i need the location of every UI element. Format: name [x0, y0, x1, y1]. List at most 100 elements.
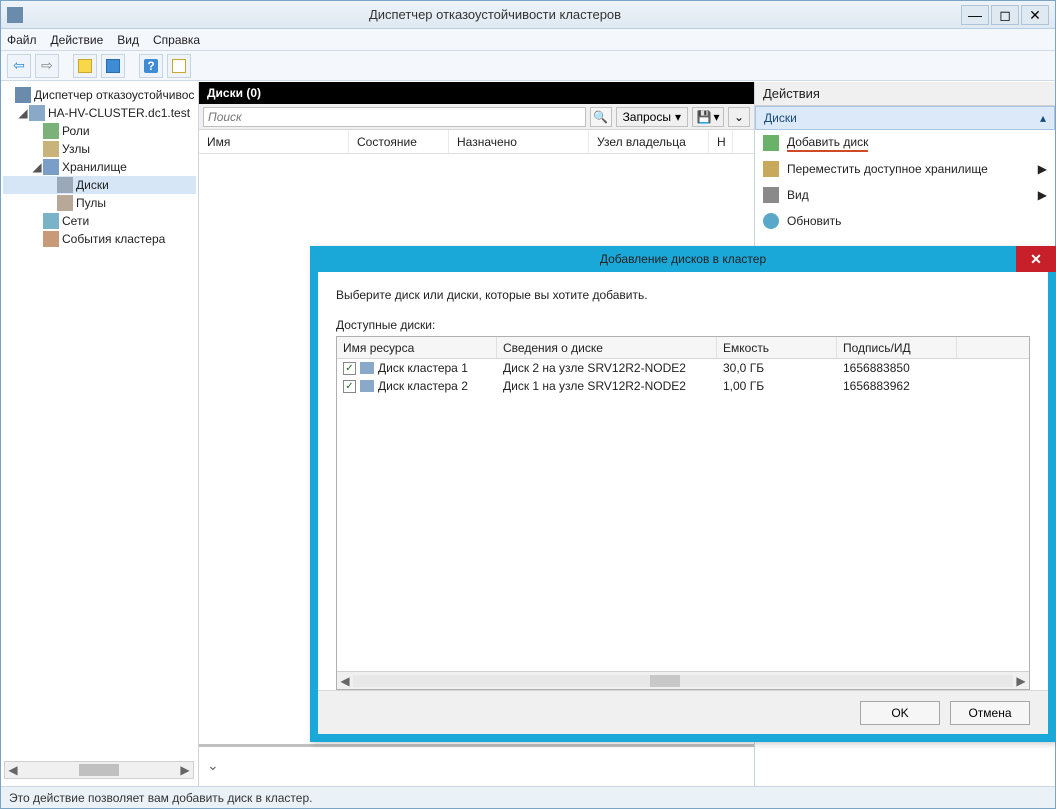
- search-icon: 🔍: [593, 110, 608, 124]
- menubar: Файл Действие Вид Справка: [1, 29, 1055, 51]
- tree-pools[interactable]: Пулы: [3, 194, 196, 212]
- tree-networks[interactable]: Сети: [3, 212, 196, 230]
- menu-action[interactable]: Действие: [51, 33, 104, 47]
- options-dropdown[interactable]: ⌄: [728, 107, 750, 127]
- disk-row[interactable]: ✓ Диск кластера 2 Диск 1 на узле SRV12R2-…: [337, 377, 1029, 395]
- disk-row[interactable]: ✓ Диск кластера 1 Диск 2 на узле SRV12R2-…: [337, 359, 1029, 377]
- chevron-down-icon: ⌄: [734, 110, 744, 124]
- save-dropdown[interactable]: 💾▾: [692, 107, 724, 127]
- col-n[interactable]: Н: [709, 130, 733, 153]
- dialog-close-button[interactable]: ✕: [1016, 246, 1056, 272]
- disks-icon: [57, 177, 73, 193]
- pools-icon: [57, 195, 73, 211]
- disk-name: Диск кластера 2: [378, 379, 468, 393]
- col-state[interactable]: Состояние: [349, 130, 449, 153]
- action-refresh[interactable]: Обновить: [755, 208, 1055, 234]
- actions-group-label: Диски: [764, 111, 797, 125]
- networks-icon: [43, 213, 59, 229]
- dialog-available-label: Доступные диски:: [336, 318, 1030, 332]
- actions-list: Добавить диск Переместить доступное хран…: [755, 130, 1055, 234]
- col-capacity[interactable]: Емкость: [717, 337, 837, 358]
- action-move-storage[interactable]: Переместить доступное хранилище ▶: [755, 156, 1055, 182]
- nav-back-button[interactable]: [7, 54, 31, 78]
- col-resource-name[interactable]: Имя ресурса: [337, 337, 497, 358]
- col-disk-info[interactable]: Сведения о диске: [497, 337, 717, 358]
- search-button[interactable]: 🔍: [590, 107, 612, 127]
- col-owner[interactable]: Узел владельца: [589, 130, 709, 153]
- toolbar-btn-2[interactable]: [101, 54, 125, 78]
- scroll-right-icon[interactable]: ▶: [1013, 674, 1029, 688]
- app-icon: [7, 7, 23, 23]
- toolbar-help-button[interactable]: [139, 54, 163, 78]
- submenu-arrow-icon: ▶: [1038, 162, 1047, 176]
- disk-info: Диск 2 на узле SRV12R2-NODE2: [503, 361, 686, 375]
- roles-icon: [43, 123, 59, 139]
- dialog-button-bar: OK Отмена: [318, 690, 1048, 734]
- nav-forward-button[interactable]: [35, 54, 59, 78]
- cluster-manager-icon: [15, 87, 31, 103]
- maximize-button[interactable]: ◻: [991, 5, 1019, 25]
- tree-nodes[interactable]: Узлы: [3, 140, 196, 158]
- events-icon: [43, 231, 59, 247]
- tree-storage[interactable]: ◢Хранилище: [3, 158, 196, 176]
- disk-info: Диск 1 на узле SRV12R2-NODE2: [503, 379, 686, 393]
- dialog-instruction: Выберите диск или диски, которые вы хоти…: [336, 288, 1030, 302]
- minimize-button[interactable]: —: [961, 5, 989, 25]
- tree-hscroll[interactable]: ◀▶: [4, 761, 194, 779]
- dialog-body: Выберите диск или диски, которые вы хоти…: [318, 272, 1048, 734]
- disk-list-hscroll[interactable]: ◀ ▶: [337, 671, 1029, 689]
- tree-disks-label: Диски: [76, 178, 109, 192]
- disk-checkbox[interactable]: ✓: [343, 362, 356, 375]
- action-refresh-label: Обновить: [787, 214, 841, 228]
- disk-icon: [360, 362, 374, 374]
- add-disks-dialog: Добавление дисков в кластер ✕ Выберите д…: [310, 246, 1056, 742]
- queries-dropdown[interactable]: Запросы▾: [616, 107, 688, 127]
- menu-file[interactable]: Файл: [7, 33, 37, 47]
- col-name[interactable]: Имя: [199, 130, 349, 153]
- actions-title: Действия: [755, 82, 1055, 106]
- status-text: Это действие позволяет вам добавить диск…: [9, 791, 312, 805]
- titlebar: Диспетчер отказоустойчивости кластеров —…: [1, 1, 1055, 29]
- refresh-icon: [763, 213, 779, 229]
- menu-view[interactable]: Вид: [117, 33, 139, 47]
- search-input[interactable]: [203, 107, 586, 127]
- tree-nodes-label: Узлы: [62, 142, 90, 156]
- scroll-left-icon[interactable]: ◀: [337, 674, 353, 688]
- dialog-titlebar: Добавление дисков в кластер ✕: [310, 246, 1056, 272]
- status-bar: Это действие позволяет вам добавить диск…: [1, 786, 1055, 808]
- action-move-storage-label: Переместить доступное хранилище: [787, 162, 988, 176]
- cancel-button[interactable]: Отмена: [950, 701, 1030, 725]
- action-view[interactable]: Вид ▶: [755, 182, 1055, 208]
- col-assigned[interactable]: Назначено: [449, 130, 589, 153]
- help-icon: [144, 59, 158, 73]
- queries-label: Запросы: [623, 110, 671, 124]
- col-signature[interactable]: Подпись/ИД: [837, 337, 957, 358]
- toolbar-btn-1[interactable]: [73, 54, 97, 78]
- scroll-thumb[interactable]: [650, 675, 680, 687]
- toolbar: [1, 51, 1055, 81]
- tree-root[interactable]: Диспетчер отказоустойчивос: [3, 86, 196, 104]
- disk-list-header: Имя ресурса Сведения о диске Емкость Под…: [337, 337, 1029, 359]
- center-detail: ⌄: [199, 744, 754, 786]
- tree-disks[interactable]: Диски: [3, 176, 196, 194]
- tree-panel: Диспетчер отказоустойчивос ◢HA-HV-CLUSTE…: [1, 82, 199, 786]
- save-icon: 💾: [697, 110, 712, 124]
- toolbar-btn-4[interactable]: [167, 54, 191, 78]
- move-storage-icon: [763, 161, 779, 177]
- detail-expander[interactable]: ⌄: [207, 757, 231, 777]
- disk-name: Диск кластера 1: [378, 361, 468, 375]
- disk-checkbox[interactable]: ✓: [343, 380, 356, 393]
- add-disk-icon: [763, 135, 779, 151]
- tree-cluster[interactable]: ◢HA-HV-CLUSTER.dc1.test: [3, 104, 196, 122]
- chevron-down-icon: ▾: [713, 110, 719, 124]
- tree-events[interactable]: События кластера: [3, 230, 196, 248]
- close-button[interactable]: ✕: [1021, 5, 1049, 25]
- tree-roles[interactable]: Роли: [3, 122, 196, 140]
- view-icon: [763, 187, 779, 203]
- action-add-disk[interactable]: Добавить диск: [755, 130, 1055, 156]
- window-controls: — ◻ ✕: [961, 5, 1049, 25]
- actions-group-header[interactable]: Диски ▴: [755, 106, 1055, 130]
- ok-button[interactable]: OK: [860, 701, 940, 725]
- center-header: Диски (0): [199, 82, 754, 104]
- menu-help[interactable]: Справка: [153, 33, 200, 47]
